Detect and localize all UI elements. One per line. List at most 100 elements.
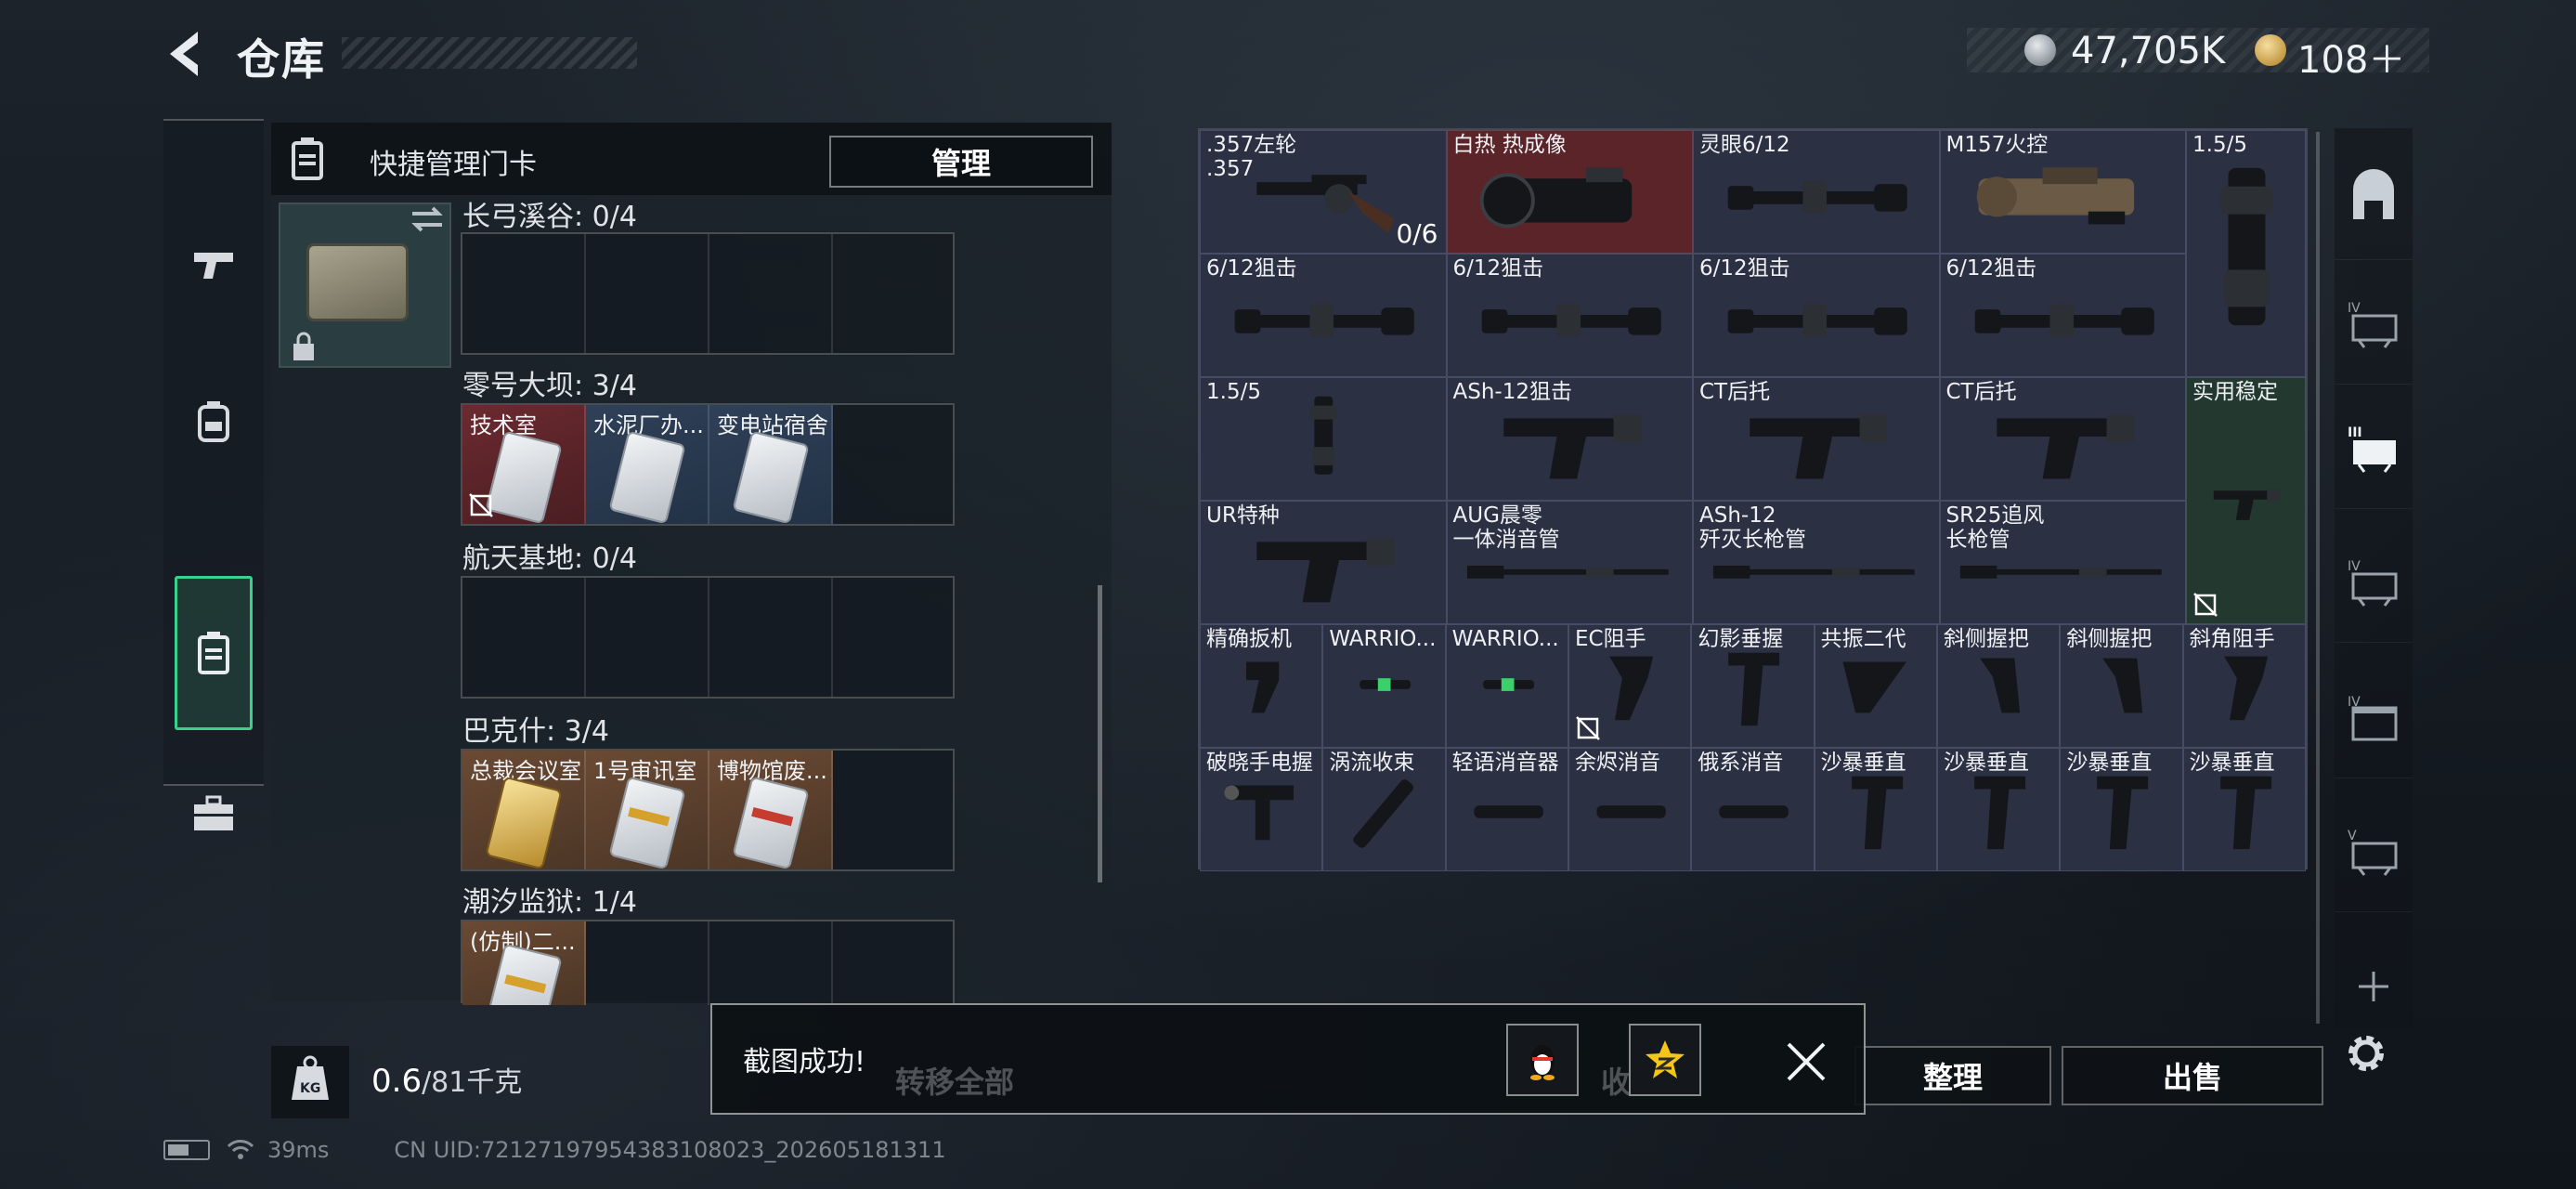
keycard-slot-empty[interactable] — [833, 405, 956, 524]
keycard-slot-empty[interactable] — [462, 578, 586, 697]
rail-backpack[interactable] — [163, 351, 264, 490]
keycard-slot-empty[interactable] — [586, 578, 709, 697]
item-cell[interactable]: 沙暴垂直 — [2182, 748, 2306, 871]
keycard-slot-empty[interactable] — [833, 234, 956, 353]
back-button[interactable] — [163, 28, 209, 80]
page-title: 仓库 — [237, 34, 326, 85]
rail-weapons[interactable] — [163, 195, 264, 334]
swap-icon[interactable] — [409, 203, 446, 236]
item-cell[interactable]: 轻语消音器 — [1445, 748, 1568, 871]
item-cell[interactable]: SR25追风 长枪管 — [1939, 501, 2186, 624]
keycard-slot-empty[interactable] — [586, 234, 709, 353]
storage-iv-icon: IV — [2348, 301, 2398, 348]
keycard-slot[interactable]: (仿制)二... — [462, 921, 586, 1005]
keycard-slot-empty[interactable] — [833, 921, 956, 1005]
item-name: 6/12狙击 — [1699, 256, 1790, 281]
item-cell[interactable]: 破晓手电握 — [1200, 748, 1323, 871]
item-cell[interactable]: 共振二代 — [1814, 624, 1937, 748]
keycard-slot[interactable]: 技术室 — [462, 405, 586, 524]
item-cell[interactable]: 白热 热成像 — [1446, 130, 1693, 254]
tab-storage-v[interactable]: V — [2335, 790, 2413, 912]
grid-scrollbar[interactable] — [2316, 132, 2320, 1024]
keycard-slot[interactable]: 变电站宿舍 — [709, 405, 833, 524]
close-icon[interactable] — [1783, 1039, 1829, 1085]
keycard-slot[interactable]: 总裁会议室 — [462, 751, 586, 869]
item-name: 6/12狙击 — [1206, 256, 1297, 281]
rail-toolbox[interactable] — [163, 743, 264, 882]
keycard-slot-empty[interactable] — [833, 578, 956, 697]
item-cell[interactable]: WARRIO... — [1322, 624, 1446, 748]
item-cell[interactable]: 精确扳机 — [1200, 624, 1323, 748]
keycard-slot-empty[interactable] — [709, 921, 833, 1005]
item-cell[interactable]: 6/12狙击 — [1693, 254, 1940, 377]
keycard-slot[interactable]: 博物馆废... — [709, 751, 833, 869]
item-cell[interactable]: AUG晨零 一体消音管 — [1446, 501, 1693, 624]
item-cell[interactable]: 6/12狙击 — [1200, 254, 1447, 377]
tab-storage-iv-1[interactable]: IV — [2335, 262, 2413, 385]
settings-gear-icon[interactable] — [2340, 1027, 2392, 1079]
ticket-value[interactable]: 108＋ — [2297, 30, 2405, 84]
item-cell[interactable]: 1.5/5 — [2186, 130, 2306, 377]
item-cell[interactable]: 斜侧握把 — [1937, 624, 2061, 748]
ping-value: 39ms — [267, 1137, 330, 1163]
pistol-icon — [194, 253, 233, 279]
keycard-slot-empty[interactable] — [833, 751, 956, 869]
item-name: 6/12狙击 — [1945, 256, 2037, 281]
item-cell[interactable]: 俄系消音 — [1691, 748, 1815, 871]
item-name: 灵眼6/12 — [1699, 133, 1790, 157]
manage-button[interactable]: 管理 — [829, 136, 1093, 188]
keycard-slot-empty[interactable] — [462, 234, 586, 353]
item-name: 沙暴垂直 — [2066, 751, 2153, 775]
toolbox-icon — [194, 795, 233, 830]
keycard-slot[interactable]: 1号审讯室 — [586, 751, 709, 869]
keycard-name: 博物馆废... — [717, 758, 827, 784]
map-slots-longbow — [461, 232, 955, 355]
item-cell[interactable]: 沙暴垂直 — [1937, 748, 2061, 871]
rail-keycards[interactable] — [163, 583, 264, 723]
item-cell[interactable]: 1.5/5 — [1200, 377, 1447, 501]
item-cell[interactable]: M157火控 — [1939, 130, 2186, 254]
item-cell[interactable]: 沙暴垂直 — [2060, 748, 2183, 871]
item-cell[interactable]: 沙暴垂直 — [1814, 748, 1937, 871]
tab-safe-box[interactable] — [2335, 137, 2413, 260]
item-cell[interactable]: 幻影垂握 — [1691, 624, 1815, 748]
item-cell[interactable]: 6/12狙击 — [1446, 254, 1693, 377]
item-cell[interactable]: 灵眼6/12 — [1693, 130, 1940, 254]
item-cell[interactable]: 余烬消音 — [1568, 748, 1692, 871]
keycard-case-image — [306, 243, 409, 321]
item-cell[interactable]: 斜侧握把 — [2060, 624, 2183, 748]
item-cell[interactable]: CT后托 — [1693, 377, 1940, 501]
item-cell[interactable]: 实用稳定 — [2186, 377, 2306, 624]
share-qzone-button[interactable] — [1629, 1024, 1701, 1096]
keycard-slot[interactable]: 水泥厂办... — [586, 405, 709, 524]
item-cell[interactable]: UR特种 — [1200, 501, 1447, 624]
item-cell[interactable]: ASh-12狙击 — [1446, 377, 1693, 501]
keycard-slot-empty[interactable] — [709, 578, 833, 697]
add-tab-icon[interactable] — [2353, 966, 2394, 1007]
item-cell[interactable]: ASh-12 歼灭长枪管 — [1693, 501, 1940, 624]
item-cell[interactable]: 斜角阻手 — [2182, 624, 2306, 748]
keycard-slot-empty[interactable] — [586, 921, 709, 1005]
tab-storage-iv-3[interactable]: IV — [2335, 656, 2413, 778]
share-qq-button[interactable] — [1506, 1024, 1579, 1096]
svg-text:IV: IV — [2348, 559, 2361, 574]
transfer-all-button[interactable]: 转移全部 — [895, 1059, 1014, 1102]
item-cell[interactable]: WARRIO... — [1445, 624, 1568, 748]
keycard-list-scrollbar[interactable] — [1098, 585, 1102, 882]
keycard-slot-empty[interactable] — [709, 234, 833, 353]
item-cell[interactable]: EC阻手 — [1568, 624, 1692, 748]
qzone-star-icon — [1646, 1040, 1685, 1078]
keycard-image — [485, 776, 563, 869]
item-cell[interactable]: CT后托 — [1939, 377, 2186, 501]
tab-storage-iii[interactable]: III — [2335, 386, 2413, 509]
sell-button[interactable]: 出售 — [2062, 1046, 2323, 1105]
item-cell[interactable]: 6/12狙击 — [1939, 254, 2186, 377]
carry-weight: 0.6/81千克 — [371, 1059, 522, 1100]
item-name: 斜侧握把 — [1944, 627, 2029, 651]
tab-storage-iv-2[interactable]: IV — [2335, 520, 2413, 643]
item-cell[interactable]: .357左轮 .357 0/6 — [1200, 130, 1447, 254]
storage-v-icon: V — [2348, 829, 2398, 876]
keycard-name: 总裁会议室 — [470, 758, 581, 784]
sort-button[interactable]: 整理 — [1854, 1046, 2051, 1105]
item-cell[interactable]: 涡流收束 — [1322, 748, 1446, 871]
